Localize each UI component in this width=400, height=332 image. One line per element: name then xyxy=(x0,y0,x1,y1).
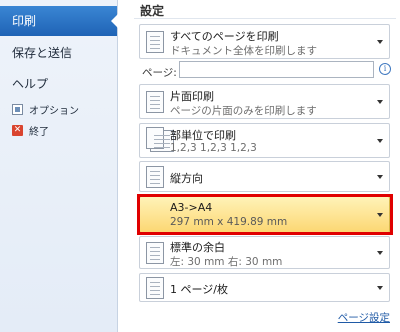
collate-subtitle: 1,2,3 1,2,3 1,2,3 xyxy=(170,142,257,154)
margins-subtitle: 左: 30 mm 右: 30 mm xyxy=(170,256,283,268)
orientation-dropdown[interactable]: 縦方向 xyxy=(139,161,390,192)
info-icon[interactable]: i xyxy=(379,63,391,75)
pages-per-sheet-icon xyxy=(146,276,164,299)
print-sides-subtitle: ページの片面のみを印刷します xyxy=(170,105,317,117)
orientation-title: 縦方向 xyxy=(170,172,203,185)
divider xyxy=(134,18,396,19)
chevron-down-icon xyxy=(377,285,383,290)
nav-print-label: 印刷 xyxy=(12,14,37,28)
chevron-down-icon xyxy=(377,99,383,104)
print-sides-dropdown[interactable]: 片面印刷 ページの片面のみを印刷します xyxy=(139,84,390,119)
chevron-down-icon xyxy=(377,212,383,217)
print-pages-icon xyxy=(146,30,164,53)
pages-input[interactable] xyxy=(179,61,374,78)
backstage-nav: 印刷 保存と送信 ヘルプ オプション ✕ 終了 xyxy=(0,0,118,332)
print-scope-title: すべてのページを印刷 xyxy=(170,30,279,43)
margins-title: 標準の余白 xyxy=(170,241,225,254)
paper-size-dropdown[interactable]: A3->A4 297 mm x 419.89 mm xyxy=(139,196,390,233)
nav-save-send[interactable]: 保存と送信 xyxy=(0,44,117,61)
chevron-down-icon xyxy=(377,138,383,143)
nav-exit[interactable]: ✕ 終了 xyxy=(0,123,117,138)
nav-save-send-label: 保存と送信 xyxy=(12,46,73,60)
margins-icon xyxy=(146,241,164,264)
settings-title: 設定 xyxy=(140,4,165,18)
pages-per-sheet-title: 1 ページ/枚 xyxy=(170,283,228,296)
print-sides-title: 片面印刷 xyxy=(170,90,214,103)
page-setup-link[interactable]: ページ設定 xyxy=(338,310,390,325)
pages-label: ページ: xyxy=(142,67,177,79)
nav-help-label: ヘルプ xyxy=(12,77,49,91)
collate-title: 部単位で印刷 xyxy=(170,129,236,142)
print-scope-subtitle: ドキュメント全体を印刷します xyxy=(170,45,317,57)
nav-options-label: オプション xyxy=(29,106,79,117)
options-icon xyxy=(12,104,23,115)
pages-per-sheet-dropdown[interactable]: 1 ページ/枚 xyxy=(139,273,390,302)
nav-print[interactable]: 印刷 xyxy=(0,6,118,36)
chevron-down-icon xyxy=(377,39,383,44)
nav-help[interactable]: ヘルプ xyxy=(0,75,117,92)
margins-dropdown[interactable]: 標準の余白 左: 30 mm 右: 30 mm xyxy=(139,236,390,269)
collate-dropdown[interactable]: 部単位で印刷 1,2,3 1,2,3 1,2,3 xyxy=(139,123,390,158)
exit-icon: ✕ xyxy=(12,125,23,136)
nav-exit-label: 終了 xyxy=(29,127,49,138)
chevron-down-icon xyxy=(377,250,383,255)
paper-size-title: A3->A4 xyxy=(170,201,213,214)
one-sided-icon xyxy=(146,90,164,113)
paper-size-subtitle: 297 mm x 419.89 mm xyxy=(170,216,288,228)
chevron-down-icon xyxy=(377,174,383,179)
nav-options[interactable]: オプション xyxy=(0,102,117,117)
portrait-icon xyxy=(146,165,164,188)
print-scope-dropdown[interactable]: すべてのページを印刷 ドキュメント全体を印刷します xyxy=(139,24,390,59)
